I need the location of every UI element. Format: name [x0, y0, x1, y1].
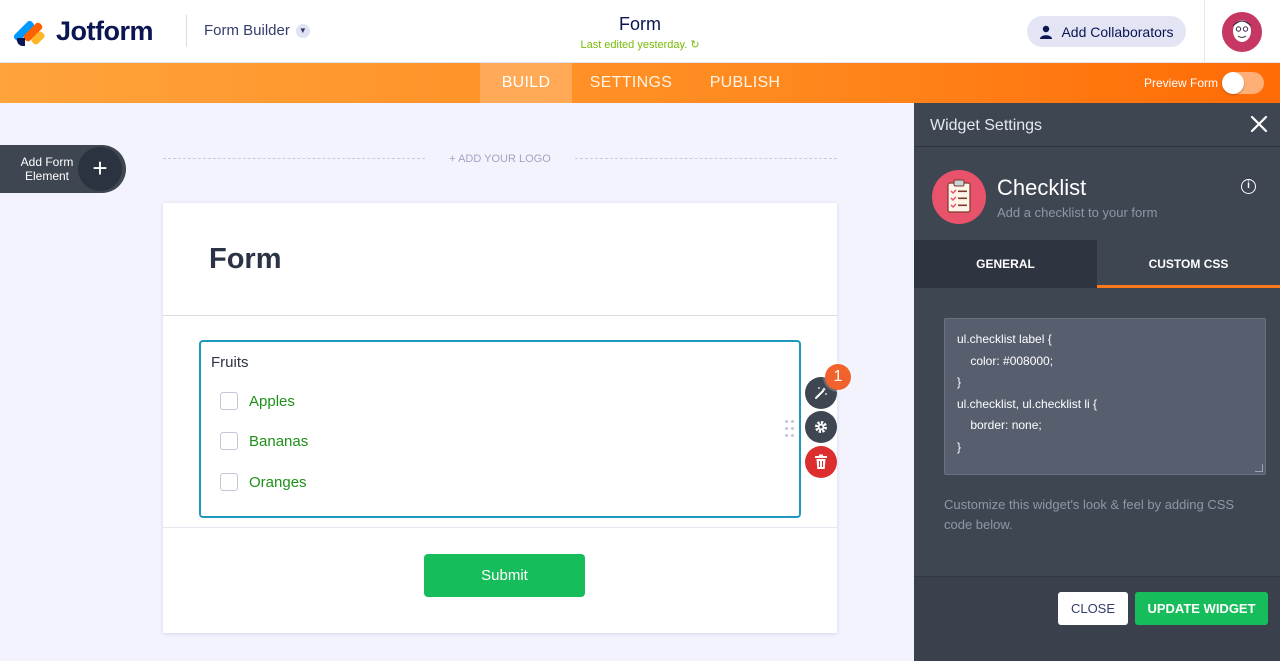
preview-form-toggle[interactable] — [1222, 72, 1264, 94]
panel-title: Widget Settings — [930, 117, 1043, 134]
tab-publish[interactable]: PUBLISH — [700, 63, 790, 103]
css-line: border: none; — [957, 418, 1042, 433]
form-builder-menu[interactable]: Form Builder ▼ — [204, 22, 310, 39]
widget-description: Add a checklist to your form — [997, 205, 1158, 220]
css-line: ul.checklist label { — [957, 332, 1052, 346]
brand-name: Jotform — [56, 16, 154, 46]
header-divider — [186, 15, 187, 47]
last-edited-text: Last edited yesterday. — [580, 39, 688, 51]
builder-nav-bar: BUILD SETTINGS PUBLISH Preview Form — [0, 63, 1280, 103]
checkbox[interactable] — [220, 473, 238, 491]
form-title[interactable]: Form — [540, 14, 740, 35]
widget-settings-panel: Widget Settings Checklist Add a checklis… — [914, 103, 1280, 661]
last-edited-status: Last edited yesterday. ↻ — [540, 38, 740, 51]
widget-name: Checklist — [997, 175, 1087, 200]
resize-handle-icon[interactable] — [1255, 464, 1263, 472]
jotform-logo[interactable]: Jotform — [12, 16, 154, 47]
form-heading[interactable]: Form — [209, 243, 282, 276]
css-line: color: #008000; — [957, 353, 1054, 368]
magic-wand-icon — [815, 387, 827, 399]
submit-button[interactable]: Submit — [424, 554, 585, 597]
tab-build[interactable]: BUILD — [480, 63, 572, 103]
option-label: Apples — [249, 392, 295, 410]
tab-general[interactable]: GENERAL — [914, 240, 1097, 288]
person-icon — [1040, 25, 1053, 39]
checklist-option-bananas[interactable]: Bananas — [220, 432, 308, 450]
checklist-option-oranges[interactable]: Oranges — [220, 473, 307, 491]
chevron-down-icon: ▼ — [295, 23, 310, 38]
form-card: Form Fruits Apples Bananas Oranges Submi… — [163, 203, 837, 633]
refresh-icon: ↻ — [690, 39, 700, 51]
option-label: Oranges — [249, 473, 307, 491]
form-footer-divider — [163, 527, 837, 528]
css-line: ul.checklist, ul.checklist li { — [957, 396, 1098, 411]
step-badge-1: 1 — [825, 364, 851, 390]
logo-divider-right — [575, 158, 837, 159]
info-icon[interactable]: i — [1241, 179, 1256, 194]
field-label: Fruits — [211, 354, 249, 371]
preview-form-label: Preview Form — [1144, 76, 1219, 90]
css-line: } — [957, 439, 962, 454]
custom-css-help-text: Customize this widget's look & feel by a… — [944, 497, 1235, 532]
form-builder-label: Form Builder — [204, 22, 290, 39]
form-header-divider — [163, 315, 837, 316]
trash-icon — [815, 454, 827, 469]
panel-footer: CLOSE UPDATE WIDGET — [914, 576, 1280, 661]
panel-header: Widget Settings — [914, 103, 1280, 147]
header-divider-right — [1204, 0, 1205, 63]
gear-icon — [815, 421, 827, 433]
css-line: } — [957, 375, 962, 390]
add-collaborators-label: Add Collaborators — [1061, 23, 1174, 40]
add-your-logo-button[interactable]: + ADD YOUR LOGO — [430, 153, 570, 165]
field-settings-button[interactable] — [805, 411, 837, 443]
close-button[interactable]: CLOSE — [1058, 592, 1128, 625]
top-header: Jotform Form Builder ▼ Form Last edited … — [0, 0, 1280, 63]
checklist-field[interactable]: Fruits Apples Bananas Oranges — [199, 340, 801, 518]
tab-custom-css[interactable]: CUSTOM CSS — [1097, 240, 1280, 288]
avatar-illustration-icon — [1224, 14, 1260, 50]
add-form-element-button[interactable]: Add Form Element + — [0, 145, 126, 193]
toggle-knob — [1222, 72, 1244, 94]
add-collaborators-button[interactable]: Add Collaborators — [1027, 16, 1186, 47]
plus-icon: + — [78, 147, 122, 191]
logo-divider-left — [163, 158, 425, 159]
custom-css-textarea[interactable]: ul.checklist label { color: #008000; } u… — [944, 318, 1266, 475]
tab-settings[interactable]: SETTINGS — [584, 63, 678, 103]
drag-handle-icon[interactable] — [785, 420, 795, 438]
checkbox[interactable] — [220, 392, 238, 410]
jotform-logo-icon — [12, 17, 46, 47]
checklist-widget-icon — [932, 170, 986, 224]
add-form-element-label: Add Form Element — [20, 155, 74, 183]
option-label: Bananas — [249, 432, 309, 450]
user-avatar[interactable] — [1222, 12, 1262, 52]
delete-field-button[interactable] — [805, 446, 837, 478]
checklist-option-apples[interactable]: Apples — [220, 392, 295, 410]
checkbox[interactable] — [220, 432, 238, 450]
close-icon[interactable] — [1248, 113, 1270, 135]
update-widget-button[interactable]: UPDATE WIDGET — [1135, 592, 1268, 625]
panel-tabs: GENERAL CUSTOM CSS — [914, 240, 1280, 288]
